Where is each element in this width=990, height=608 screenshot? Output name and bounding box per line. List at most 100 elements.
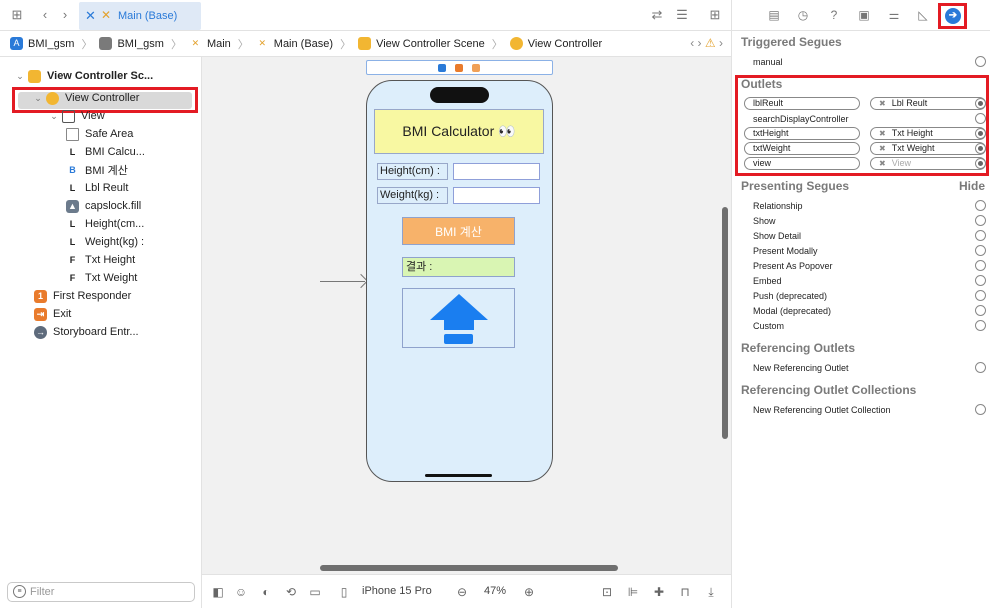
connection-circle[interactable] <box>975 320 986 331</box>
close-icon[interactable]: ✕ <box>85 8 96 24</box>
height-label[interactable]: Height(cm) : <box>377 163 448 180</box>
connections-inspector-tab[interactable]: ➔ <box>938 3 967 29</box>
device-icon[interactable]: ▯ <box>337 585 351 599</box>
filter-input[interactable]: ≡ Filter <box>7 582 195 602</box>
exit-dock-icon[interactable] <box>472 64 480 72</box>
outline-item-textfield[interactable]: F Txt Height <box>66 251 135 269</box>
swap-icon[interactable]: ⇄ <box>648 6 666 24</box>
outline-item-image[interactable]: ▲ capslock.fill <box>66 197 141 215</box>
outlet-target-txtWeight[interactable]: ✖ Txt Weight <box>870 142 986 155</box>
storyboard-entry-arrow[interactable] <box>320 281 365 282</box>
outline-item-first-responder[interactable]: 1 First Responder <box>34 287 131 305</box>
zoom-out-icon[interactable]: ⊖ <box>455 585 469 599</box>
outline-item-label[interactable]: L Height(cm... <box>66 215 145 233</box>
outlet-view[interactable]: view <box>744 157 860 170</box>
align-icon[interactable]: ⊫ <box>626 585 640 599</box>
vertical-scrollbar[interactable] <box>722 207 728 439</box>
split-view-icon[interactable]: ▭ <box>308 585 322 599</box>
weight-label[interactable]: Weight(kg) : <box>377 187 448 204</box>
outline-item-button[interactable]: B BMI 계산 <box>66 161 128 179</box>
connection-circle[interactable] <box>975 215 986 226</box>
lines-icon[interactable]: ☰ <box>673 6 691 24</box>
connection-circle[interactable] <box>975 230 986 241</box>
crumb-view-controller[interactable]: View Controller <box>509 37 602 50</box>
outline-item-label[interactable]: L Weight(kg) : <box>66 233 144 251</box>
crumb-folder[interactable]: BMI_gsm 〉 <box>99 36 188 52</box>
height-textfield[interactable] <box>453 163 540 180</box>
first-responder-dock-icon[interactable] <box>455 64 463 72</box>
crumb-project[interactable]: A BMI_gsm 〉 <box>10 36 99 52</box>
connection-circle[interactable] <box>975 404 986 415</box>
crumb-main-base[interactable]: ✕ Main (Base) 〉 <box>256 36 358 52</box>
remove-icon[interactable]: ✖ <box>879 159 886 168</box>
disclosure-icon[interactable]: ⌄ <box>32 93 44 104</box>
outlet-lblReult[interactable]: lblReult <box>744 97 860 110</box>
add-editor-icon[interactable]: ⊞ <box>706 6 724 24</box>
file-inspector-icon[interactable]: ▤ <box>766 7 782 23</box>
accessibility-icon[interactable]: ☺ <box>234 585 248 599</box>
outlet-target-lblReult[interactable]: ✖ Lbl Reult <box>870 97 986 110</box>
capslock-image-view[interactable] <box>402 288 515 348</box>
hide-button[interactable]: Hide <box>959 179 985 193</box>
horizontal-scrollbar[interactable] <box>320 565 618 571</box>
outline-item-view[interactable]: ⌄ View <box>48 107 105 125</box>
nav-warning-icons[interactable]: ‹ › ⚠ › <box>690 36 723 50</box>
remove-icon[interactable]: ✖ <box>879 129 886 138</box>
connection-circle[interactable] <box>975 128 986 139</box>
update-frames-icon[interactable]: ⊡ <box>600 585 614 599</box>
rotate-icon[interactable]: ⟲ <box>284 585 298 599</box>
size-inspector-icon[interactable]: ◺ <box>915 7 931 23</box>
outlet-txtWeight[interactable]: txtWeight <box>744 142 860 155</box>
crumb-scene[interactable]: View Controller Scene 〉 <box>358 36 510 52</box>
remove-icon[interactable]: ✖ <box>879 99 886 108</box>
attributes-inspector-icon[interactable]: ⚌ <box>886 7 902 23</box>
zoom-level[interactable]: 47% <box>484 585 506 597</box>
outline-item-label[interactable]: L BMI Calcu... <box>66 143 145 161</box>
connection-circle[interactable] <box>975 143 986 154</box>
connection-circle[interactable] <box>975 245 986 256</box>
device-selector[interactable]: iPhone 15 Pro <box>362 585 432 597</box>
tab-main-base[interactable]: ✕ ✕ Main (Base) <box>79 2 201 30</box>
connection-circle[interactable] <box>975 200 986 211</box>
outline-item-view-controller[interactable]: ⌄ View Controller <box>32 89 139 107</box>
connection-circle[interactable] <box>975 158 986 169</box>
disclosure-icon[interactable]: ⌄ <box>14 71 26 82</box>
connection-circle[interactable] <box>975 290 986 301</box>
bmi-button[interactable]: BMI 계산 <box>402 217 515 245</box>
connection-circle[interactable] <box>975 260 986 271</box>
connection-circle[interactable] <box>975 98 986 109</box>
scene-dock[interactable] <box>366 60 553 75</box>
outline-item-exit[interactable]: ⇥ Exit <box>34 305 71 323</box>
remove-icon[interactable]: ✖ <box>879 144 886 153</box>
connection-circle[interactable] <box>975 56 986 67</box>
grid-icon[interactable]: ⊞ <box>8 6 26 24</box>
title-label[interactable]: BMI Calculator 👀 <box>374 109 544 154</box>
connection-circle[interactable] <box>975 113 986 124</box>
zoom-in-icon[interactable]: ⊕ <box>522 585 536 599</box>
embed-icon[interactable]: ⤓ <box>704 585 718 599</box>
result-label[interactable]: 결과 : <box>402 257 515 277</box>
connection-circle[interactable] <box>975 362 986 373</box>
resolve-issues-icon[interactable]: ⊓ <box>678 585 692 599</box>
appearance-icon[interactable]: ◐ <box>259 585 273 599</box>
outline-item-label[interactable]: L Lbl Reult <box>66 179 129 197</box>
outline-item-textfield[interactable]: F Txt Weight <box>66 269 138 287</box>
storyboard-canvas[interactable]: BMI Calculator 👀 Height(cm) : Weight(kg)… <box>202 57 731 574</box>
outlet-target-txtHeight[interactable]: ✖ Txt Height <box>870 127 986 140</box>
pin-icon[interactable]: ✚ <box>652 585 666 599</box>
forward-icon[interactable]: › <box>56 6 74 24</box>
outlet-target-view[interactable]: ✖ View <box>870 157 986 170</box>
back-icon[interactable]: ‹ <box>36 6 54 24</box>
crumb-main[interactable]: ✕ Main 〉 <box>189 36 256 52</box>
view-controller-dock-icon[interactable] <box>438 64 446 72</box>
outline-item-safe-area[interactable]: Safe Area <box>66 125 133 143</box>
identity-inspector-icon[interactable]: ▣ <box>856 7 872 23</box>
outline-item-storyboard-entry[interactable]: → Storyboard Entr... <box>34 323 139 341</box>
connection-circle[interactable] <box>975 305 986 316</box>
sidebar-toggle-icon[interactable]: ◧ <box>211 585 225 599</box>
weight-textfield[interactable] <box>453 187 540 204</box>
connection-circle[interactable] <box>975 275 986 286</box>
view-controller-frame[interactable]: BMI Calculator 👀 Height(cm) : Weight(kg)… <box>366 80 553 482</box>
outlet-txtHeight[interactable]: txtHeight <box>744 127 860 140</box>
outline-item-scene[interactable]: ⌄ View Controller Sc... <box>14 67 153 85</box>
